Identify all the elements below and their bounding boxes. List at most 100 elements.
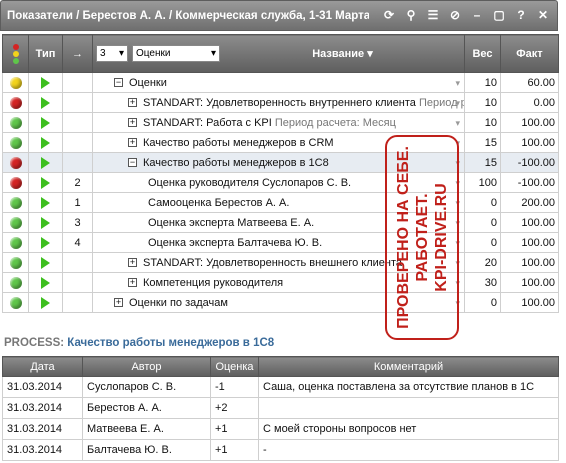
name-cell[interactable]: + STANDART: Удовлетворенность внешнего кл… [92, 252, 465, 273]
play-icon[interactable] [41, 196, 50, 209]
chevron-down-icon[interactable]: ▾ [455, 258, 460, 269]
table-row[interactable]: 4 Оценка эксперта Балтачева Ю. В. ▾ 0 100.0… [2, 232, 559, 253]
chevron-down-icon[interactable]: ▾ [455, 98, 460, 109]
comment-column-header[interactable]: Комментарий [258, 356, 559, 377]
collapse-icon[interactable]: − [114, 78, 123, 88]
weight-cell[interactable]: 0 [464, 212, 501, 233]
weight-cell[interactable]: 0 [464, 292, 501, 313]
weight-cell[interactable]: 10 [464, 72, 501, 93]
type-cell[interactable] [28, 232, 63, 253]
play-icon[interactable] [41, 96, 50, 109]
tag-icon[interactable]: ⊘ [447, 7, 463, 23]
score-column-header[interactable]: Оценка [210, 356, 259, 377]
table-row[interactable]: + STANDART: Удовлетворенность внешнего кл… [2, 252, 559, 273]
type-cell[interactable] [28, 252, 63, 273]
weight-cell[interactable]: 15 [464, 132, 501, 153]
expand-icon[interactable]: + [128, 258, 137, 268]
chevron-down-icon[interactable]: ▾ [455, 238, 460, 249]
play-icon[interactable] [41, 256, 50, 269]
weight-cell[interactable]: 30 [464, 272, 501, 293]
table-row[interactable]: 1 Самооценка Берестов А. А. ▾ 0 200.00 [2, 192, 559, 213]
table-row[interactable]: 31.03.2014 Берестов А. А. +2 [2, 397, 559, 419]
fact-cell[interactable]: 100.00 [500, 112, 559, 133]
name-cell[interactable]: Оценка эксперта Матвеева Е. А. ▾ [92, 212, 465, 233]
type-cell[interactable] [28, 192, 63, 213]
fact-cell[interactable]: 200.00 [500, 192, 559, 213]
play-icon[interactable] [41, 276, 50, 289]
weight-cell[interactable]: 10 [464, 112, 501, 133]
level-select[interactable]: 3 ▾ [96, 45, 128, 62]
play-icon[interactable] [41, 76, 50, 89]
type-cell[interactable] [28, 92, 63, 113]
minimize-icon[interactable]: – [469, 7, 485, 23]
weight-cell[interactable]: 0 [464, 192, 501, 213]
table-row[interactable]: 31.03.2014 Матвеева Е. А. +1 С моей стороны… [2, 418, 559, 440]
name-cell[interactable]: Самооценка Берестов А. А. ▾ [92, 192, 465, 213]
type-cell[interactable] [28, 112, 63, 133]
table-row[interactable]: + Оценки по задачам ▾ 0 100.00 [2, 292, 559, 313]
fact-cell[interactable]: 60.00 [500, 72, 559, 93]
type-cell[interactable] [28, 292, 63, 313]
name-cell[interactable]: + Оценки по задачам ▾ [92, 292, 465, 313]
fact-cell[interactable]: 100.00 [500, 212, 559, 233]
type-cell[interactable] [28, 152, 63, 173]
name-cell[interactable]: Оценка эксперта Балтачева Ю. В. ▾ [92, 232, 465, 253]
fact-column-header[interactable]: Факт [500, 34, 559, 73]
table-row[interactable]: 3 Оценка эксперта Матвеева Е. А. ▾ 0 100.00 [2, 212, 559, 233]
weight-cell[interactable]: 15 [464, 152, 501, 173]
weight-cell[interactable]: 10 [464, 92, 501, 113]
table-row[interactable]: 31.03.2014 Суслопаров С. В. -1 Саша, оценка… [2, 376, 559, 398]
status-column-header[interactable] [2, 34, 29, 73]
chevron-down-icon[interactable]: ▾ [455, 138, 460, 149]
fact-cell[interactable]: -100.00 [500, 152, 559, 173]
fact-cell[interactable]: -100.00 [500, 172, 559, 193]
type-column-header[interactable]: Тип [28, 34, 63, 73]
search-icon[interactable]: ⚲ [403, 7, 419, 23]
chevron-down-icon[interactable]: ▾ [455, 78, 460, 89]
name-cell[interactable]: − Качество работы менеджеров в 1C8 ▾ [92, 152, 465, 173]
name-cell[interactable]: + STANDART: Удовлетворенность внутреннего… [92, 92, 465, 113]
collapse-icon[interactable]: − [128, 158, 137, 168]
chevron-down-icon[interactable]: ▾ [455, 178, 460, 189]
name-cell[interactable]: Оценка руководителя Суслопаров С. В. ▾ [92, 172, 465, 193]
weight-column-header[interactable]: Вес [464, 34, 501, 73]
weight-cell[interactable]: 0 [464, 232, 501, 253]
fact-cell[interactable]: 100.00 [500, 252, 559, 273]
type-cell[interactable] [28, 72, 63, 93]
chevron-down-icon[interactable]: ▾ [455, 118, 460, 129]
table-row[interactable]: + STANDART: Удовлетворенность внутреннего… [2, 92, 559, 113]
list-icon[interactable]: ☰ [425, 7, 441, 23]
view-select[interactable]: Оценки ▾ [132, 45, 220, 62]
table-row[interactable]: 31.03.2014 Балтачева Ю. В. +1- [2, 439, 559, 461]
author-column-header[interactable]: Автор [82, 356, 211, 377]
play-icon[interactable] [41, 216, 50, 229]
type-cell[interactable] [28, 172, 63, 193]
help-icon[interactable]: ? [513, 7, 529, 23]
expand-icon[interactable]: + [128, 278, 137, 288]
restore-icon[interactable]: ▢ [491, 7, 507, 23]
type-cell[interactable] [28, 212, 63, 233]
chevron-down-icon[interactable]: ▾ [455, 278, 460, 289]
table-row[interactable]: 2 Оценка руководителя Суслопаров С. В. ▾ 1… [2, 172, 559, 193]
chevron-down-icon[interactable]: ▾ [455, 198, 460, 209]
play-icon[interactable] [41, 136, 50, 149]
expand-icon[interactable]: + [128, 118, 137, 128]
play-icon[interactable] [41, 116, 50, 129]
fact-cell[interactable]: 100.00 [500, 292, 559, 313]
fact-cell[interactable]: 100.00 [500, 232, 559, 253]
date-column-header[interactable]: Дата [2, 356, 83, 377]
expand-icon[interactable]: + [114, 298, 123, 308]
refresh-icon[interactable]: ⟳ [381, 7, 397, 23]
play-icon[interactable] [41, 296, 50, 309]
play-icon[interactable] [41, 156, 50, 169]
name-header-label[interactable]: Название ▾ [224, 47, 461, 60]
table-row[interactable]: − Оценки ▾ 10 60.00 [2, 72, 559, 93]
table-row[interactable]: − Качество работы менеджеров в 1C8 ▾ 15 -10… [2, 152, 559, 173]
table-row[interactable]: + Компетенция руководителя ▾ 30 100.00 [2, 272, 559, 293]
name-cell[interactable]: + Компетенция руководителя ▾ [92, 272, 465, 293]
fact-cell[interactable]: 0.00 [500, 92, 559, 113]
arrow-column-header[interactable]: → [62, 34, 93, 73]
chevron-down-icon[interactable]: ▾ [455, 158, 460, 169]
table-row[interactable]: + Качество работы менеджеров в CRM ▾ 15 100… [2, 132, 559, 153]
chevron-down-icon[interactable]: ▾ [455, 298, 460, 309]
